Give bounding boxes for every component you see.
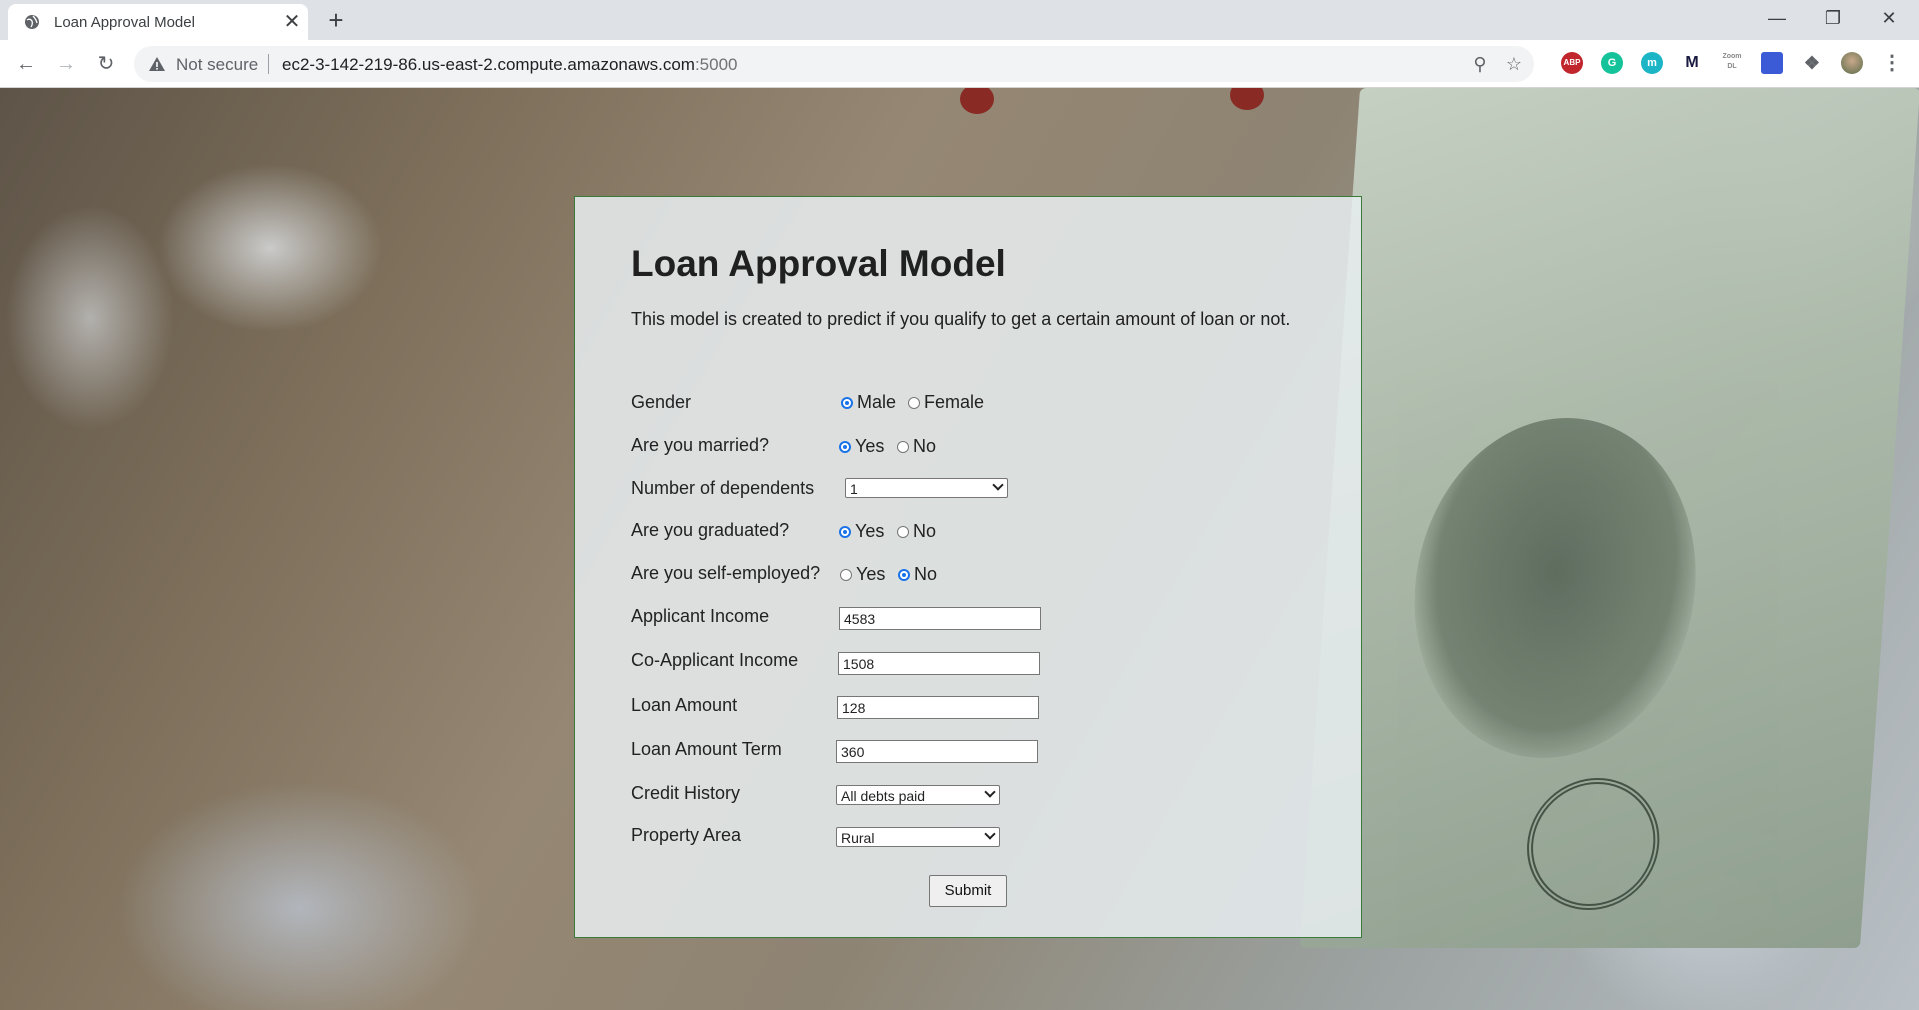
zoom-icon[interactable]: ⚲ [1470,54,1490,74]
minimize-icon[interactable]: — [1754,0,1800,36]
loan-term-input[interactable]: 360 [836,740,1038,763]
browser-toolbar: ← → ↻ Not secure ec2-3-142-219-86.us-eas… [0,40,1919,88]
url-text[interactable]: ec2-3-142-219-86.us-east-2.compute.amazo… [282,55,737,75]
married-label: Are you married? [631,435,770,455]
property-area-label: Property Area [631,825,742,845]
browser-tab[interactable]: Loan Approval Model ✕ [8,4,308,40]
security-status[interactable]: Not secure [176,55,258,75]
property-area-value: Rural [841,830,875,846]
seal-decoration [1522,778,1664,910]
credit-history-label: Credit History [631,783,741,803]
gender-female-radio[interactable] [908,397,920,409]
gender-male-radio[interactable] [841,397,853,409]
applicant-income-label: Applicant Income [631,606,770,626]
divider [268,54,269,74]
chevron-down-icon [984,828,996,840]
url-host: ec2-3-142-219-86.us-east-2.compute.amazo… [282,55,695,74]
bookmark-star-icon[interactable]: ☆ [1504,54,1524,74]
forward-icon[interactable]: → [52,50,80,78]
applicant-income-input[interactable]: 4583 [839,607,1041,630]
self-employed-no-radio[interactable] [898,569,910,581]
credit-history-value: All debts paid [841,788,926,804]
graduated-yes-label[interactable]: Yes [855,521,884,542]
graduated-yes-radio[interactable] [839,526,851,538]
submit-button[interactable]: Submit [929,875,1007,907]
reload-icon[interactable]: ↻ [92,50,120,78]
puzzle-extensions-icon[interactable]: ❖ [1801,52,1823,74]
married-yes-radio[interactable] [839,441,851,453]
adblock-extension-icon[interactable]: ABP [1561,52,1583,74]
gender-female-label[interactable]: Female [924,392,984,413]
dependents-label: Number of dependents [631,478,815,498]
zoom-dl-extension-icon[interactable]: Zoom DL [1721,52,1743,74]
menu-kebab-icon[interactable]: ⋮ [1881,52,1903,74]
warning-icon [149,57,165,71]
globe-icon [25,15,39,29]
chevron-down-icon [984,786,996,798]
blue-extension-icon[interactable] [1761,52,1783,74]
dependents-select[interactable]: 1 [845,478,1008,498]
coapplicant-income-label: Co-Applicant Income [631,650,799,670]
married-yes-label[interactable]: Yes [855,436,884,457]
graduated-no-label[interactable]: No [913,521,936,542]
self-employed-label: Are you self-employed? [631,563,821,583]
m-bold-extension-icon[interactable]: M [1681,52,1703,74]
page-title: Loan Approval Model [631,243,1006,284]
new-tab-icon[interactable]: + [322,6,350,34]
page-background: Loan Approval Model This model is create… [0,88,1919,1010]
graduated-label: Are you graduated? [631,520,790,540]
dollar-bill-image [1299,88,1919,948]
loan-amount-label: Loan Amount [631,695,738,715]
self-employed-yes-radio[interactable] [840,569,852,581]
dependents-value: 1 [850,481,858,497]
berry-decoration [1230,88,1264,110]
coapplicant-income-input[interactable]: 1508 [838,652,1040,675]
self-employed-yes-label[interactable]: Yes [856,564,885,585]
credit-history-select[interactable]: All debts paid [836,785,1000,805]
gender-label: Gender [631,392,692,412]
close-tab-icon[interactable]: ✕ [280,10,304,34]
back-icon[interactable]: ← [12,50,40,78]
address-bar[interactable]: Not secure ec2-3-142-219-86.us-east-2.co… [134,46,1534,82]
married-no-radio[interactable] [897,441,909,453]
close-window-icon[interactable]: ✕ [1866,0,1912,36]
m-extension-icon[interactable]: m [1641,52,1663,74]
loan-form: Loan Approval Model This model is create… [574,196,1362,938]
portrait-decoration [1403,418,1707,758]
tab-strip: Loan Approval Model ✕ + — ❐ ✕ [0,0,1919,40]
loan-term-label: Loan Amount Term [631,739,782,759]
grammarly-extension-icon[interactable]: G [1601,52,1623,74]
tab-title: Loan Approval Model [54,14,195,31]
avatar[interactable] [1841,52,1863,74]
loan-amount-input[interactable]: 128 [837,696,1039,719]
berry-decoration [960,88,994,114]
graduated-no-radio[interactable] [897,526,909,538]
property-area-select[interactable]: Rural [836,827,1000,847]
chevron-down-icon [992,479,1004,491]
married-no-label[interactable]: No [913,436,936,457]
self-employed-no-label[interactable]: No [914,564,937,585]
gender-male-label[interactable]: Male [857,392,896,413]
restore-icon[interactable]: ❐ [1810,0,1856,36]
url-port: :5000 [694,55,738,74]
page-subtitle: This model is created to predict if you … [631,309,1291,329]
